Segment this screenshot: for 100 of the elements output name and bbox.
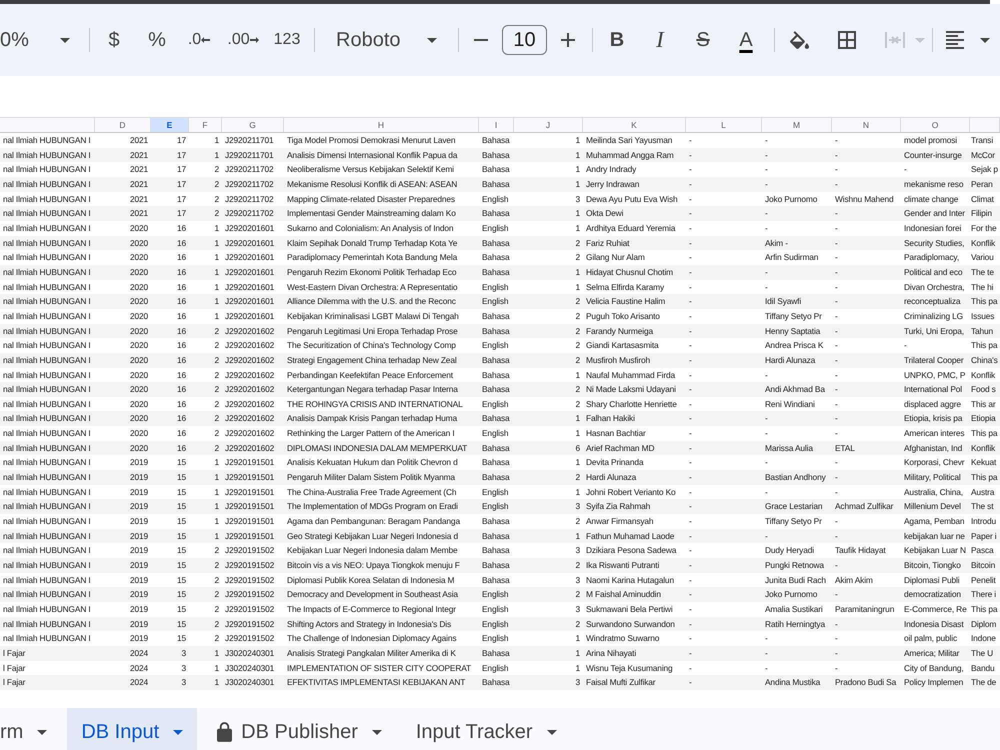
table-cell: 16 [151,382,189,397]
table-cell: kebijakan luar ne [901,528,970,544]
table-cell: 1 [189,528,222,544]
table-cell: English [479,192,514,206]
decrease-decimals-button[interactable]: .0 [181,22,217,58]
table-cell: nal Ilmiah HUBUNGAN I [0,192,95,206]
table-cell: Peran [970,176,1000,192]
increase-decimals-button[interactable]: .00 [222,22,264,58]
text-color-button[interactable]: A [728,22,764,58]
currency-format-button[interactable]: $ [96,22,132,58]
table-cell: IMPLEMENTATION OF SISTER CITY COOPERAT [284,660,479,676]
column-header[interactable]: L [686,118,762,132]
font-size-field[interactable]: 10 [502,25,547,55]
table-cell: J2920201602 [222,411,284,426]
table-cell: - [686,587,762,602]
table-cell: 2020 [95,352,151,368]
table-cell: Analisis Dimensi Internasional Konflik Papua da [284,148,479,162]
table-cell: Ratih Herningtya [762,616,832,632]
table-cell: English [479,280,514,294]
number-format-button[interactable]: 123 [268,22,306,58]
strikethrough-button[interactable]: S [685,22,721,58]
column-header[interactable]: E [151,118,189,132]
table-cell: DIPLOMASI INDONESIA DALAM MEMPERKUAT [284,440,479,456]
sheet-tab[interactable]: DB Publisher [203,708,396,750]
column-header[interactable]: H [284,118,479,132]
column-header[interactable]: D [95,118,151,132]
table-cell: 15 [151,572,189,588]
table-cell: nal Ilmiah HUBUNGAN I [0,148,95,162]
table-cell: 3 [514,499,583,514]
table-cell: 1 [514,148,583,162]
table-cell: Pungki Retnowa [762,558,832,573]
table-cell: Konflik [970,440,1000,456]
table-cell: China's [970,352,1000,368]
zoom-dropdown[interactable]: 0% [0,22,72,58]
table-cell: 6 [514,440,583,456]
table-cell: 17 [151,148,189,162]
column-header[interactable]: O [901,118,970,132]
table-cell: 1 [189,499,222,514]
table-cell: Akim - [762,236,832,250]
column-header[interactable]: N [832,118,901,132]
font-dropdown[interactable]: Roboto [328,22,446,58]
italic-button[interactable]: I [642,22,678,58]
table-cell: Penelit [970,572,1000,588]
table-cell: - [762,646,832,661]
table-cell: - [832,660,901,676]
table-cell: 2 [514,352,583,368]
table-cell: Andina Mustika [762,675,832,690]
table-cell: Diplomasi Publik Korea Selatan di Indonesia M [284,572,479,588]
table-cell: nal Ilmiah HUBUNGAN I [0,616,95,632]
table-cell: Climat [970,192,1000,206]
column-header[interactable]: F [189,118,222,132]
table-cell: 2 [189,382,222,397]
table-cell: J3020240301 [222,660,284,676]
table-cell: Velicia Faustine Halim [583,294,686,309]
column-header[interactable]: K [583,118,686,132]
table-cell: Farandy Nurmeiga [583,324,686,338]
column-header[interactable]: I [479,118,514,132]
table-cell: The de [970,675,1000,690]
table-cell: - [686,646,762,661]
bold-button[interactable]: B [599,22,635,58]
table-cell: The te [970,264,1000,280]
table-cell: 2020 [95,382,151,397]
column-header[interactable]: G [222,118,284,132]
table-cell: J2920211702 [222,206,284,221]
table-cell: 3 [514,675,583,690]
table-cell: climate change [901,192,970,206]
table-cell: 15 [151,616,189,632]
table-cell: Joko Purnomo [762,587,832,602]
table-cell: 1 [514,176,583,192]
table-cell: Falhan Hakiki [583,411,686,426]
table-cell: 1 [514,206,583,221]
table-cell: Mekanisme Resolusi Konflik di ASEAN: ASEAN [284,176,479,192]
table-cell: Bahasa [479,206,514,221]
table-cell: 2019 [95,587,151,602]
table-cell: Millenium Devel [901,499,970,514]
table-cell: Bahasa [479,148,514,162]
sheet-tab[interactable]: rm [0,708,62,750]
table-cell: Analisis Strategi Pangkalan Militer Amerika di K [284,646,479,661]
table-cell: Bahasa [479,324,514,338]
sheet-tab[interactable]: DB Input [67,708,198,750]
table-cell: 2 [514,587,583,602]
table-cell: 1 [189,264,222,280]
table-cell: J2920191501 [222,499,284,514]
table-cell: English [479,616,514,632]
align-left-icon [946,31,964,49]
table-cell: 2021 [95,192,151,206]
table-cell: 1 [514,411,583,426]
table-cell: Afghanistan, Ind [901,440,970,456]
table-cell: Wishnu Mahend [832,192,901,206]
percent-format-button[interactable]: % [139,22,175,58]
table-cell: - [686,675,762,690]
table-cell: 3 [514,572,583,588]
table-cell: 2021 [95,176,151,192]
table-cell: J2920191502 [222,572,284,588]
sheet-tab[interactable]: Input Tracker [402,708,571,750]
table-cell: - [762,264,832,280]
table-cell: Bahasa [479,440,514,456]
column-header[interactable]: J [514,118,583,132]
column-header[interactable]: M [762,118,832,132]
table-cell: Perbandingan Keefektifan Peace Enforcement [284,368,479,382]
